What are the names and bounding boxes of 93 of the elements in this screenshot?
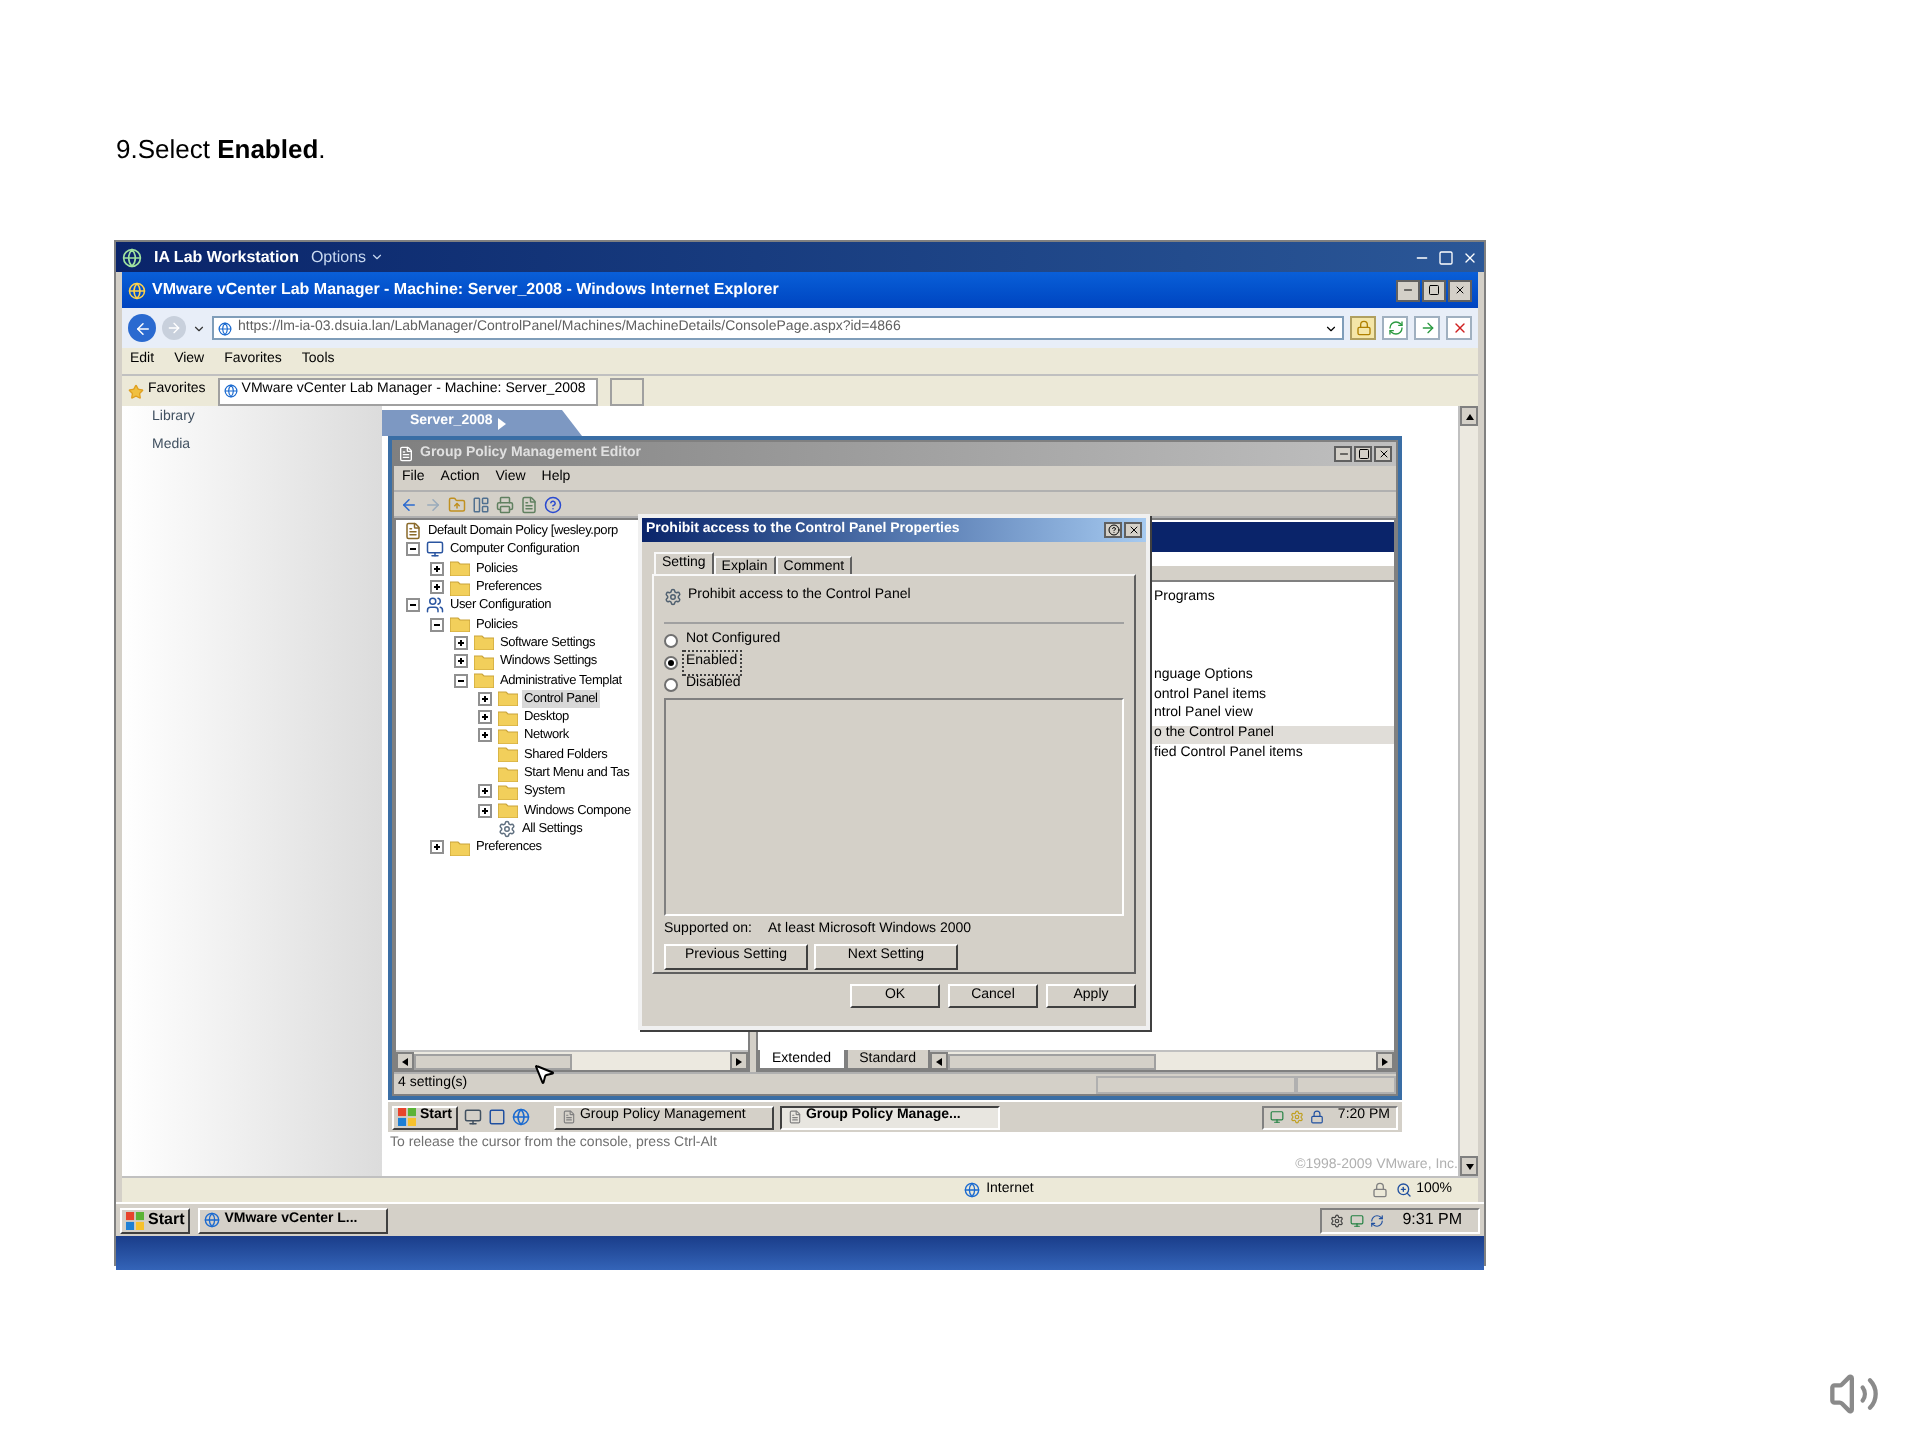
window-title: IA Lab Workstation [154,245,299,269]
stop-icon [1451,320,1467,336]
maximize-button[interactable] [1422,279,1446,301]
minus-icon[interactable] [406,598,420,613]
tray-gear-icon[interactable] [1330,1213,1345,1227]
forward-arrow-icon [166,320,182,336]
help-icon [1107,524,1119,536]
close-icon [1454,284,1466,296]
browser-icon [128,281,146,299]
minus-icon[interactable] [430,617,444,632]
speaker-icon[interactable] [1828,1368,1880,1420]
clock-text: 9:31 PM [1400,1208,1464,1232]
minus-icon[interactable] [454,673,468,688]
minimize-button[interactable] [1396,279,1420,301]
page-icon [223,384,238,398]
minimize-icon [1402,284,1414,296]
close-icon [1377,448,1389,460]
radio-button[interactable] [664,634,678,648]
tray-sync-icon[interactable] [1370,1213,1385,1227]
plus-icon[interactable] [454,654,468,669]
lock-icon [1355,320,1371,336]
help-icon[interactable] [544,495,562,513]
plus-icon[interactable] [430,840,444,855]
tray-monitor-icon[interactable] [1269,1110,1284,1124]
minimize-button[interactable] [1334,446,1352,462]
minus-icon[interactable] [406,542,420,557]
windows-logo-icon [126,1211,144,1229]
horizontal-scrollbar[interactable] [396,1050,748,1070]
close-icon [1127,524,1139,536]
help-button[interactable] [1104,522,1122,538]
page-icon [218,321,232,335]
document-icon[interactable] [520,495,538,513]
plus-icon[interactable] [478,803,492,818]
console-icon[interactable] [487,1108,506,1126]
caret-icon [1324,321,1338,335]
browser-icon [204,1212,221,1228]
plus-icon[interactable] [454,635,468,650]
maximize-icon [1357,448,1369,460]
window-title: VMware vCenter Lab Manager - Machine: Server_2008 - Windows Internet Explorer [152,278,779,302]
start-button[interactable]: Start [120,1207,191,1233]
back-arrow-icon [133,319,151,337]
maximize-icon[interactable] [1438,249,1454,265]
export-icon[interactable] [496,495,514,513]
internet-zone-icon [964,1182,981,1198]
browser-icon[interactable] [511,1108,530,1126]
close-button[interactable] [1124,522,1142,538]
users-icon [426,596,444,615]
vertical-scrollbar[interactable] [1458,406,1478,1176]
security-lock-button[interactable] [1350,316,1376,340]
plus-icon[interactable] [478,784,492,799]
plus-icon[interactable] [478,691,492,706]
radio-button[interactable] [664,656,678,670]
back-icon[interactable] [400,495,418,513]
plus-icon[interactable] [430,561,444,576]
back-button[interactable] [128,314,156,342]
close-button[interactable] [1374,446,1392,462]
document-icon [787,1110,802,1124]
document-icon [561,1110,576,1124]
settings-icon [498,819,516,838]
instruction-text: 9.Select Enabled. [116,134,326,164]
document-icon [404,522,422,541]
plus-icon[interactable] [430,580,444,595]
protected-mode-icon[interactable] [1372,1182,1389,1198]
refresh-icon [1387,320,1403,336]
maximize-button[interactable] [1354,446,1372,462]
server-manager-icon[interactable] [463,1108,482,1126]
plus-icon[interactable] [478,728,492,743]
close-button[interactable] [1448,279,1472,301]
refresh-button[interactable] [1382,316,1408,340]
radio-button[interactable] [664,678,678,692]
star-icon [128,383,144,399]
folder-icon [450,839,470,856]
caret-icon [370,250,385,264]
zoom-icon [1396,1182,1413,1198]
computer-icon [426,540,444,559]
app-icon [122,247,142,267]
tray-monitor-icon[interactable] [1350,1213,1365,1227]
options-menu[interactable]: Options [310,245,385,269]
horizontal-scrollbar[interactable] [930,1050,1394,1070]
maximize-icon [1428,284,1440,296]
windows-logo-icon [398,1108,416,1126]
history-dropdown-icon[interactable] [192,321,206,335]
mouse-pointer-icon [532,1062,556,1086]
arrow-icon [1419,320,1435,336]
stop-button[interactable] [1446,316,1472,340]
compatibility-button[interactable] [1414,316,1440,340]
plus-icon[interactable] [478,710,492,725]
close-icon[interactable] [1462,249,1478,265]
tray-lock-icon[interactable] [1309,1110,1324,1124]
policy-icon [664,587,682,606]
minimize-icon [1337,448,1349,460]
console-tree-icon[interactable] [472,495,490,513]
document-icon [398,446,414,462]
